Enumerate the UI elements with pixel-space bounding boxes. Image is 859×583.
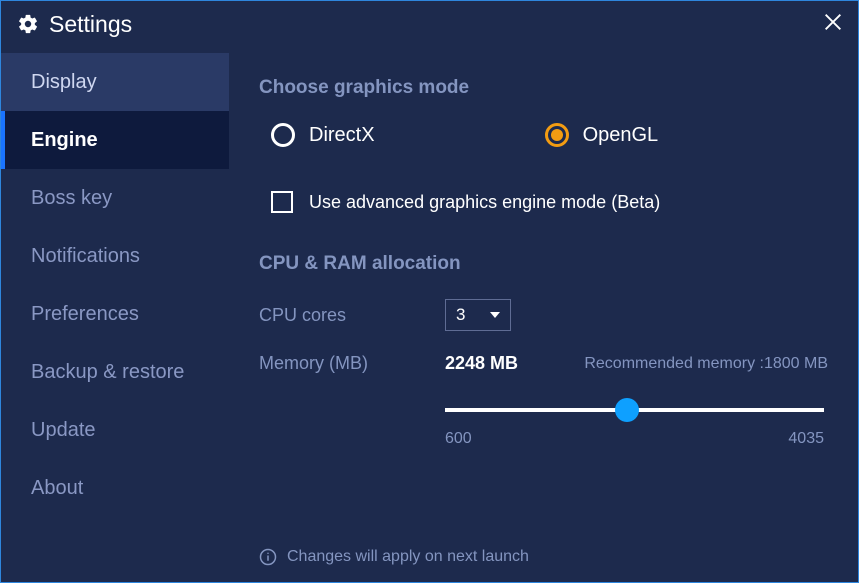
- sidebar-item-backup-restore[interactable]: Backup & restore: [1, 343, 229, 401]
- sidebar-item-boss-key[interactable]: Boss key: [1, 169, 229, 227]
- slider-min-label: 600: [445, 430, 472, 448]
- info-icon: [259, 548, 277, 566]
- sidebar: Display Engine Boss key Notifications Pr…: [1, 47, 229, 582]
- memory-slider[interactable]: 600 4035: [445, 396, 824, 452]
- sidebar-item-engine[interactable]: Engine: [1, 111, 229, 169]
- chevron-down-icon: [490, 305, 500, 325]
- radio-directx[interactable]: DirectX: [271, 123, 375, 147]
- memory-recommended: Recommended memory :1800 MB: [584, 355, 828, 373]
- gear-icon: [17, 13, 39, 35]
- checkbox-label: Use advanced graphics engine mode (Beta): [309, 192, 660, 213]
- sidebar-item-update[interactable]: Update: [1, 401, 229, 459]
- close-icon[interactable]: [822, 11, 844, 38]
- advanced-graphics-checkbox[interactable]: Use advanced graphics engine mode (Beta): [271, 191, 828, 213]
- footer-note: Changes will apply on next launch: [259, 530, 828, 566]
- graphics-mode-heading: Choose graphics mode: [259, 77, 828, 99]
- radio-label: OpenGL: [583, 124, 659, 147]
- slider-thumb[interactable]: [615, 398, 639, 422]
- allocation-heading: CPU & RAM allocation: [259, 253, 828, 275]
- memory-label: Memory (MB): [259, 353, 445, 374]
- slider-max-label: 4035: [788, 430, 824, 448]
- cpu-cores-value: 3: [456, 305, 465, 325]
- radio-icon: [545, 123, 569, 147]
- window-title: Settings: [49, 11, 132, 38]
- sidebar-item-notifications[interactable]: Notifications: [1, 227, 229, 285]
- radio-label: DirectX: [309, 124, 375, 147]
- titlebar: Settings: [1, 1, 858, 47]
- memory-value: 2248 MB: [445, 353, 575, 374]
- footer-note-text: Changes will apply on next launch: [287, 548, 529, 566]
- radio-icon: [271, 123, 295, 147]
- radio-opengl[interactable]: OpenGL: [545, 123, 659, 147]
- cpu-cores-select[interactable]: 3: [445, 299, 511, 331]
- sidebar-item-display[interactable]: Display: [1, 53, 229, 111]
- cpu-cores-label: CPU cores: [259, 305, 445, 326]
- content-pane: Choose graphics mode DirectX OpenGL Use …: [229, 47, 858, 582]
- checkbox-icon: [271, 191, 293, 213]
- sidebar-item-preferences[interactable]: Preferences: [1, 285, 229, 343]
- sidebar-item-about[interactable]: About: [1, 459, 229, 517]
- graphics-mode-options: DirectX OpenGL: [271, 123, 828, 147]
